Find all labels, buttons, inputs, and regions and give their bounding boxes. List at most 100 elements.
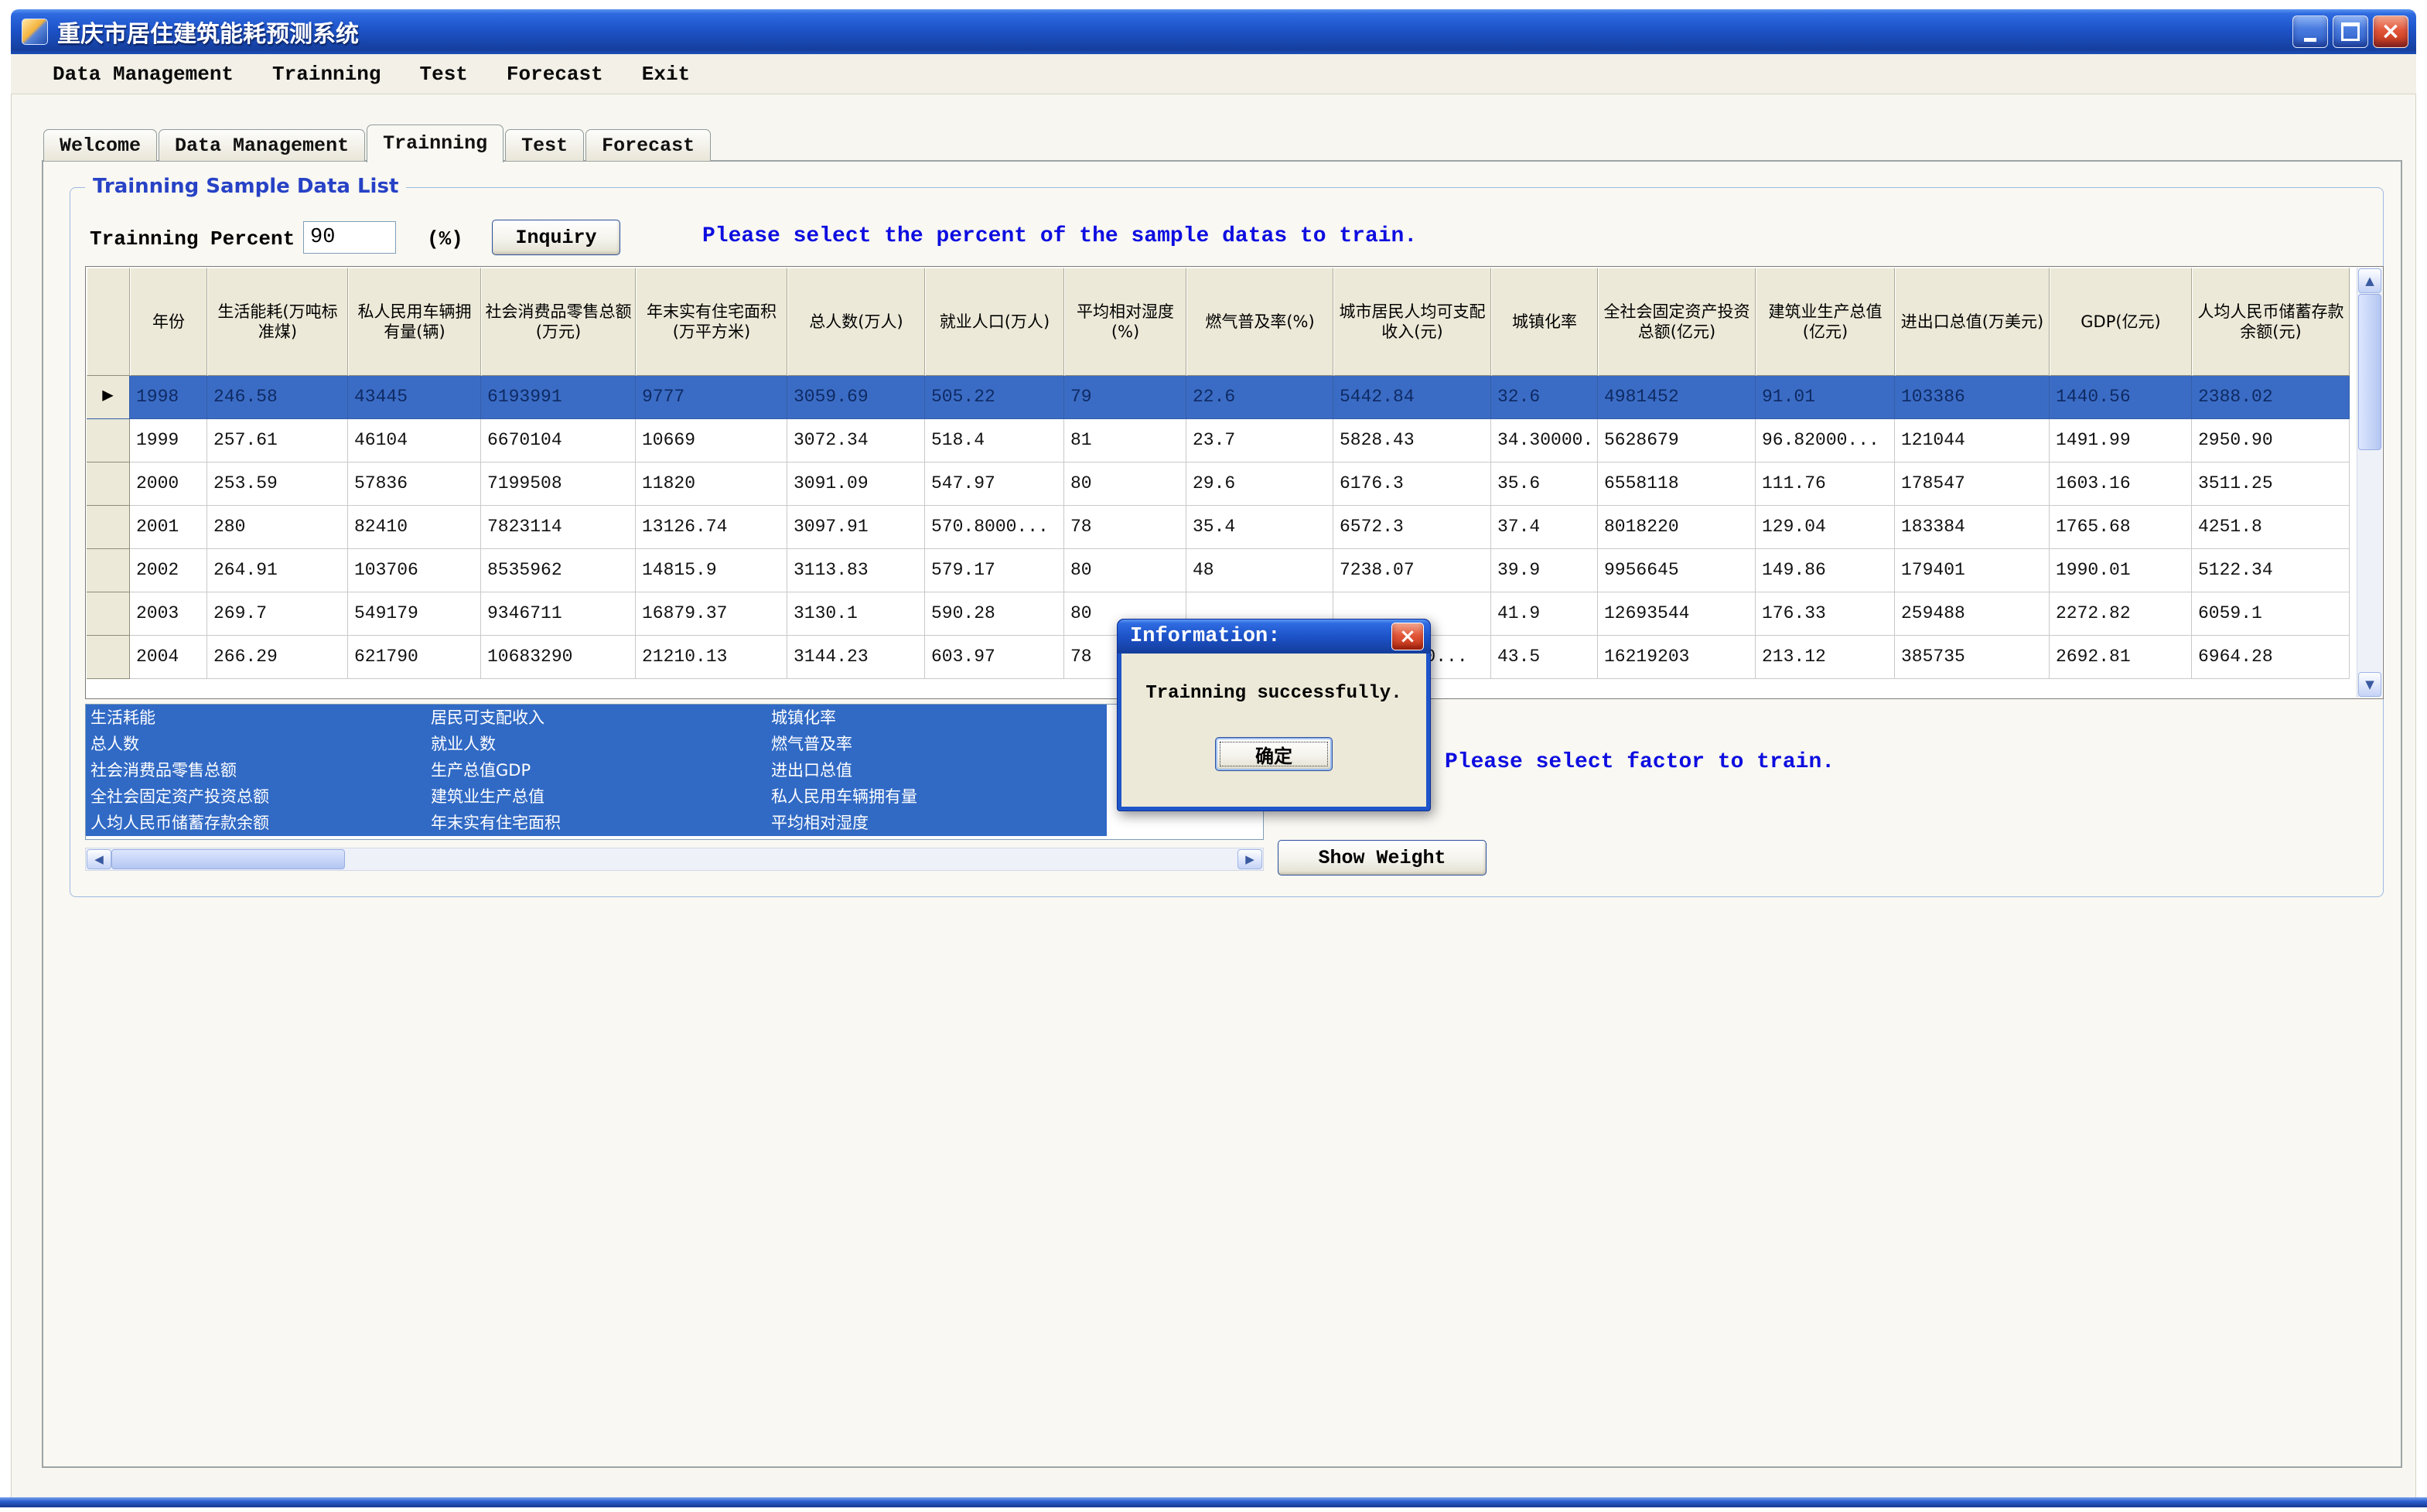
minimize-button[interactable]: [2292, 15, 2328, 48]
menu-item-exit[interactable]: Exit: [628, 60, 704, 89]
grid-header-cell-11[interactable]: 全社会固定资产投资总额(亿元): [1598, 268, 1756, 376]
grid-header-cell-0[interactable]: 年份: [130, 268, 207, 376]
factor-item[interactable]: 居民可支配收入: [426, 705, 766, 731]
grid-row-1999[interactable]: 1999257.61461046670104106693072.34518.48…: [87, 419, 2357, 462]
tab-data-management[interactable]: Data Management: [159, 129, 365, 161]
grid-cell[interactable]: 10669: [636, 419, 787, 462]
grid-cell[interactable]: 6558118: [1598, 462, 1756, 506]
grid-cell[interactable]: 37.4: [1491, 506, 1598, 549]
grid-cell[interactable]: 3113.83: [787, 549, 925, 592]
grid-cell[interactable]: 603.97: [925, 636, 1064, 679]
close-button[interactable]: ×: [2373, 15, 2408, 48]
grid-cell[interactable]: 2001: [130, 506, 207, 549]
grid-cell[interactable]: 82410: [348, 506, 481, 549]
menu-item-data-management[interactable]: Data Management: [39, 60, 247, 89]
grid-cell[interactable]: 547.97: [925, 462, 1064, 506]
grid-header-cell-15[interactable]: 人均人民币储蓄存款余额(元): [2192, 268, 2350, 376]
grid-cell[interactable]: 6193991: [481, 376, 636, 419]
row-selector[interactable]: [87, 462, 130, 506]
grid-cell[interactable]: 43.5: [1491, 636, 1598, 679]
grid-cell[interactable]: 9956645: [1598, 549, 1756, 592]
grid-cell[interactable]: 129.04: [1756, 506, 1895, 549]
title-bar[interactable]: 重庆市居住建筑能耗预测系统 ×: [11, 9, 2416, 54]
grid-cell[interactable]: 570.8000...: [925, 506, 1064, 549]
grid-cell[interactable]: 2002: [130, 549, 207, 592]
tab-trainning[interactable]: Trainning: [367, 125, 503, 162]
grid-header-cell-14[interactable]: GDP(亿元): [2050, 268, 2192, 376]
grid-cell[interactable]: 1440.56: [2050, 376, 2192, 419]
grid-cell[interactable]: 590.28: [925, 592, 1064, 636]
grid-cell[interactable]: 6670104: [481, 419, 636, 462]
grid-cell[interactable]: 2003: [130, 592, 207, 636]
grid-cell[interactable]: 2388.02: [2192, 376, 2350, 419]
grid-cell[interactable]: 246.58: [207, 376, 348, 419]
grid-cell[interactable]: 96.82000...: [1756, 419, 1895, 462]
scroll-right-button[interactable]: ▶: [1237, 849, 1262, 869]
grid-header-cell-1[interactable]: 生活能耗(万吨标准煤): [207, 268, 348, 376]
grid-cell[interactable]: 505.22: [925, 376, 1064, 419]
row-selector[interactable]: [87, 549, 130, 592]
grid-header-cell-5[interactable]: 总人数(万人): [787, 268, 925, 376]
grid-cell[interactable]: 6572.3: [1333, 506, 1491, 549]
menu-item-test[interactable]: Test: [405, 60, 481, 89]
inquiry-button[interactable]: Inquiry: [492, 220, 620, 255]
factor-item[interactable]: 建筑业生产总值: [426, 783, 766, 810]
grid-cell[interactable]: 264.91: [207, 549, 348, 592]
grid-cell[interactable]: 9777: [636, 376, 787, 419]
factor-item[interactable]: 就业人数: [426, 731, 766, 757]
grid-cell[interactable]: 57836: [348, 462, 481, 506]
grid-cell[interactable]: 23.7: [1186, 419, 1333, 462]
factor-item[interactable]: 年末实有住宅面积: [426, 810, 766, 836]
factor-item[interactable]: 生产总值GDP: [426, 757, 766, 783]
grid-cell[interactable]: 280: [207, 506, 348, 549]
grid-cell[interactable]: 266.29: [207, 636, 348, 679]
scroll-down-button[interactable]: ▼: [2358, 672, 2381, 697]
grid-cell[interactable]: 5828.43: [1333, 419, 1491, 462]
grid-cell[interactable]: 41.9: [1491, 592, 1598, 636]
grid-cell[interactable]: 29.6: [1186, 462, 1333, 506]
grid-cell[interactable]: 7238.07: [1333, 549, 1491, 592]
grid-cell[interactable]: 3072.34: [787, 419, 925, 462]
grid-cell[interactable]: 1998: [130, 376, 207, 419]
grid-cell[interactable]: 22.6: [1186, 376, 1333, 419]
grid-header-cell-6[interactable]: 就业人口(万人): [925, 268, 1064, 376]
grid-cell[interactable]: 2004: [130, 636, 207, 679]
grid-cell[interactable]: 253.59: [207, 462, 348, 506]
grid-cell[interactable]: 103706: [348, 549, 481, 592]
dialog-ok-button[interactable]: 确定: [1215, 737, 1333, 771]
row-selector[interactable]: [87, 636, 130, 679]
grid-header-cell-4[interactable]: 年末实有住宅面积(万平方米): [636, 268, 787, 376]
tab-welcome[interactable]: Welcome: [43, 129, 157, 161]
grid-cell[interactable]: 103386: [1895, 376, 2050, 419]
grid-cell[interactable]: 78: [1064, 506, 1186, 549]
grid-cell[interactable]: 183384: [1895, 506, 2050, 549]
row-selector[interactable]: [87, 506, 130, 549]
grid-row-1998[interactable]: ▶1998246.5843445619399197773059.69505.22…: [87, 376, 2357, 419]
menu-item-forecast[interactable]: Forecast: [493, 60, 617, 89]
grid-cell[interactable]: 6964.28: [2192, 636, 2350, 679]
grid-cell[interactable]: 269.7: [207, 592, 348, 636]
factor-item[interactable]: 燃气普及率: [766, 731, 1107, 757]
grid-cell[interactable]: 6176.3: [1333, 462, 1491, 506]
grid-row-2002[interactable]: 2002264.91103706853596214815.93113.83579…: [87, 549, 2357, 592]
grid-row-2000[interactable]: 2000253.59578367199508118203091.09547.97…: [87, 462, 2357, 506]
trainning-percent-input[interactable]: [303, 221, 396, 254]
grid-cell[interactable]: 3511.25: [2192, 462, 2350, 506]
factor-horizontal-scrollbar[interactable]: ◀ ▶: [85, 848, 1264, 871]
row-selector[interactable]: [87, 592, 130, 636]
tab-forecast[interactable]: Forecast: [585, 129, 711, 161]
grid-cell[interactable]: 16219203: [1598, 636, 1756, 679]
factor-item[interactable]: 城镇化率: [766, 705, 1107, 731]
grid-header-cell-9[interactable]: 城市居民人均可支配收入(元): [1333, 268, 1491, 376]
grid-cell[interactable]: 1999: [130, 419, 207, 462]
grid-header-cell-3[interactable]: 社会消费品零售总额(万元): [481, 268, 636, 376]
grid-cell[interactable]: 79: [1064, 376, 1186, 419]
scroll-left-button[interactable]: ◀: [87, 849, 111, 869]
grid-cell[interactable]: 13126.74: [636, 506, 787, 549]
horizontal-scroll-thumb[interactable]: [111, 849, 345, 869]
grid-header-cell-8[interactable]: 燃气普及率(%): [1186, 268, 1333, 376]
grid-cell[interactable]: 3091.09: [787, 462, 925, 506]
grid-cell[interactable]: 80: [1064, 462, 1186, 506]
grid-cell[interactable]: 3059.69: [787, 376, 925, 419]
grid-row-2001[interactable]: 200128082410782311413126.743097.91570.80…: [87, 506, 2357, 549]
